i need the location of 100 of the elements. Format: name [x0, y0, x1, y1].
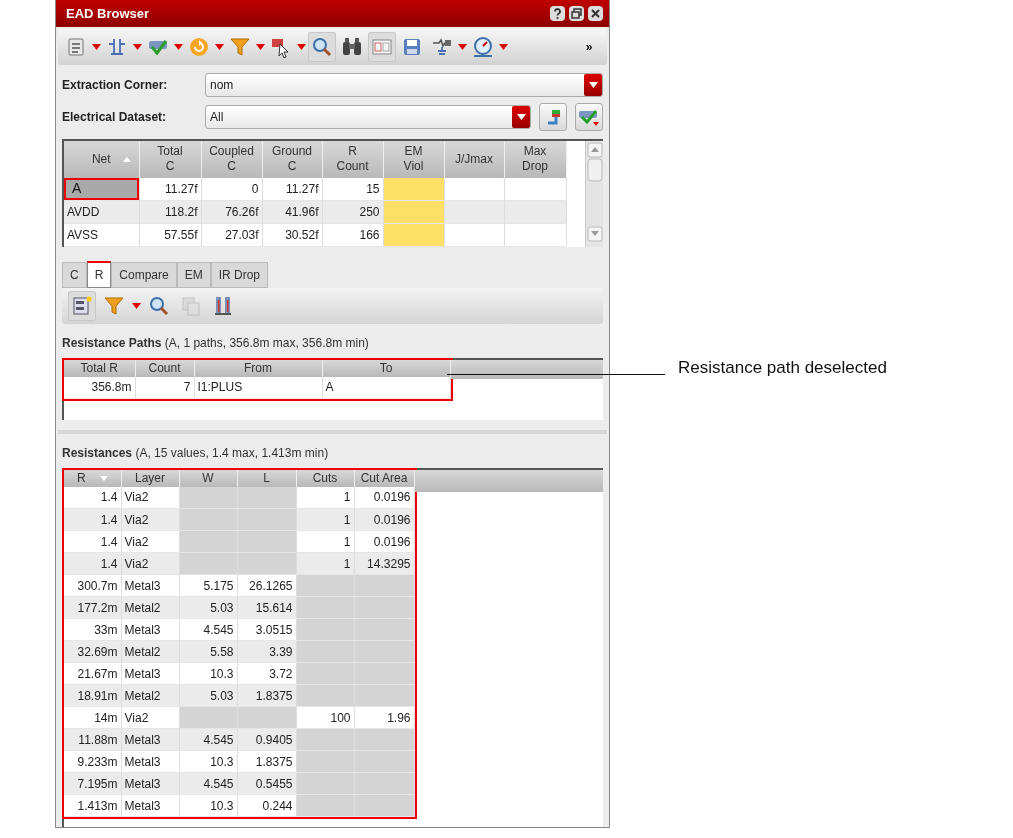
- dropdown-caret-icon[interactable]: [458, 42, 467, 51]
- window-title: EAD Browser: [66, 4, 150, 23]
- dropdown-field[interactable]: nom: [205, 72, 603, 97]
- column-header[interactable]: Coupled C: [201, 140, 262, 179]
- table-cell: 1.413m: [64, 794, 121, 817]
- dropdown-caret-icon[interactable]: [215, 42, 224, 51]
- help-icon[interactable]: [550, 5, 565, 21]
- restore-icon[interactable]: [569, 5, 584, 21]
- table-cell: 32.69m: [64, 640, 121, 663]
- dropdown-caret-icon[interactable]: [256, 42, 265, 51]
- binoculars-icon: [341, 35, 363, 58]
- toolbar-button[interactable]: [68, 290, 96, 321]
- filter-icon: [103, 294, 125, 317]
- list-icon: [65, 35, 87, 58]
- table-cell: 21.67m: [64, 662, 121, 685]
- table-cell: Via2: [121, 486, 179, 509]
- column-header[interactable]: Count: [135, 359, 194, 377]
- table-cell: 0.0196: [354, 486, 414, 509]
- column-header[interactable]: Max Drop: [504, 140, 566, 179]
- dropdown-caret-icon[interactable]: [132, 301, 141, 310]
- table-icon: [71, 294, 93, 317]
- table-cell: 10.3: [179, 662, 237, 685]
- filter-icon: [229, 35, 251, 58]
- table-cell[interactable]: AVDD: [64, 200, 139, 224]
- table-cell: 0.244: [237, 794, 296, 817]
- apply-button[interactable]: [575, 102, 603, 131]
- column-header[interactable]: EM Viol: [383, 140, 444, 179]
- table-cell: 57.55f: [139, 223, 201, 247]
- overflow-button[interactable]: »: [575, 31, 603, 62]
- table-cell: Via2: [121, 706, 179, 729]
- column-header[interactable]: Cuts: [296, 469, 354, 487]
- table-cell: 9.233m: [64, 750, 121, 773]
- columns-icon: [212, 294, 234, 317]
- caret-icon: [516, 113, 526, 120]
- tab[interactable]: Compare: [111, 261, 177, 288]
- table-cell: 4.545: [179, 618, 237, 641]
- table-cell: 26.1265: [237, 574, 296, 597]
- column-header[interactable]: Layer: [121, 469, 179, 487]
- dropdown-caret-icon[interactable]: [499, 42, 508, 51]
- column-header[interactable]: To: [322, 359, 450, 377]
- field-label: Extraction Corner:: [62, 76, 169, 94]
- dropdown-field[interactable]: All: [205, 104, 531, 129]
- table-cell: Metal3: [121, 662, 179, 685]
- tab[interactable]: EM: [176, 261, 211, 288]
- tab[interactable]: R: [86, 260, 112, 288]
- table-cell: 33m: [64, 618, 121, 641]
- table-cell: 177.2m: [64, 596, 121, 619]
- column-header[interactable]: R Count: [322, 140, 383, 179]
- scrollbar[interactable]: [585, 140, 603, 247]
- dropdown-caret-icon[interactable]: [297, 42, 306, 51]
- table-cell: 18.91m: [64, 684, 121, 707]
- swap-button[interactable]: [539, 102, 567, 131]
- table-cell: Metal3: [121, 750, 179, 773]
- table-cell: 10.3: [179, 794, 237, 817]
- table-cell: I1:PLUS: [194, 376, 322, 399]
- table-cell[interactable]: 356.8m: [64, 376, 135, 399]
- table-cell[interactable]: AVSS: [64, 223, 139, 247]
- zoom-icon: [148, 294, 170, 317]
- column-header[interactable]: Total C: [139, 140, 201, 179]
- table-cell: 1.4: [64, 486, 121, 509]
- refresh-icon: [188, 35, 210, 58]
- column-header[interactable]: Total R: [64, 359, 135, 377]
- table-cell: 0: [201, 178, 262, 201]
- dropdown-caret-icon[interactable]: [174, 42, 183, 51]
- table-cell: 11.27f: [262, 178, 322, 201]
- table-cell: 1.4: [64, 552, 121, 575]
- column-header[interactable]: Ground C: [262, 140, 322, 179]
- column-header[interactable]: L: [237, 469, 296, 487]
- table-cell: 27.03f: [201, 223, 262, 247]
- toolbar-button[interactable]: [308, 31, 336, 62]
- table-cell: 1.96: [354, 706, 414, 729]
- field-label: Electrical Dataset:: [62, 108, 168, 126]
- column-header[interactable]: From: [194, 359, 322, 377]
- table-cell: 11.27f: [139, 178, 201, 201]
- callout-label: Resistance path deselected: [678, 357, 887, 379]
- gauge-icon: [472, 35, 494, 58]
- table-cell: A: [322, 376, 450, 399]
- table-cell: 1.8375: [237, 750, 296, 773]
- copy-icon: [180, 294, 202, 317]
- close-icon[interactable]: [588, 5, 603, 21]
- table-cell: Metal3: [121, 794, 179, 817]
- column-header[interactable]: Cut Area: [354, 469, 414, 487]
- table-cell: 300.7m: [64, 574, 121, 597]
- caret-icon: [588, 81, 598, 88]
- column-header[interactable]: Net: [64, 140, 139, 179]
- table-cell: 11.88m: [64, 728, 121, 751]
- table-cell: 5.175: [179, 574, 237, 597]
- column-header[interactable]: R: [64, 469, 121, 487]
- tab[interactable]: IR Drop: [210, 261, 269, 288]
- column-header[interactable]: W: [179, 469, 237, 487]
- column-header[interactable]: J/Jmax: [444, 140, 504, 179]
- dropdown-caret-icon[interactable]: [133, 42, 142, 51]
- table-cell: 10.3: [179, 750, 237, 773]
- table-cell[interactable]: A: [64, 178, 139, 201]
- dropdown-caret-icon[interactable]: [92, 42, 101, 51]
- table-cell: 30.52f: [262, 223, 322, 247]
- tab[interactable]: C: [62, 261, 87, 288]
- table-cell: Via2: [121, 530, 179, 553]
- table-cell: 0.0196: [354, 530, 414, 553]
- table-cell: 7: [135, 376, 194, 399]
